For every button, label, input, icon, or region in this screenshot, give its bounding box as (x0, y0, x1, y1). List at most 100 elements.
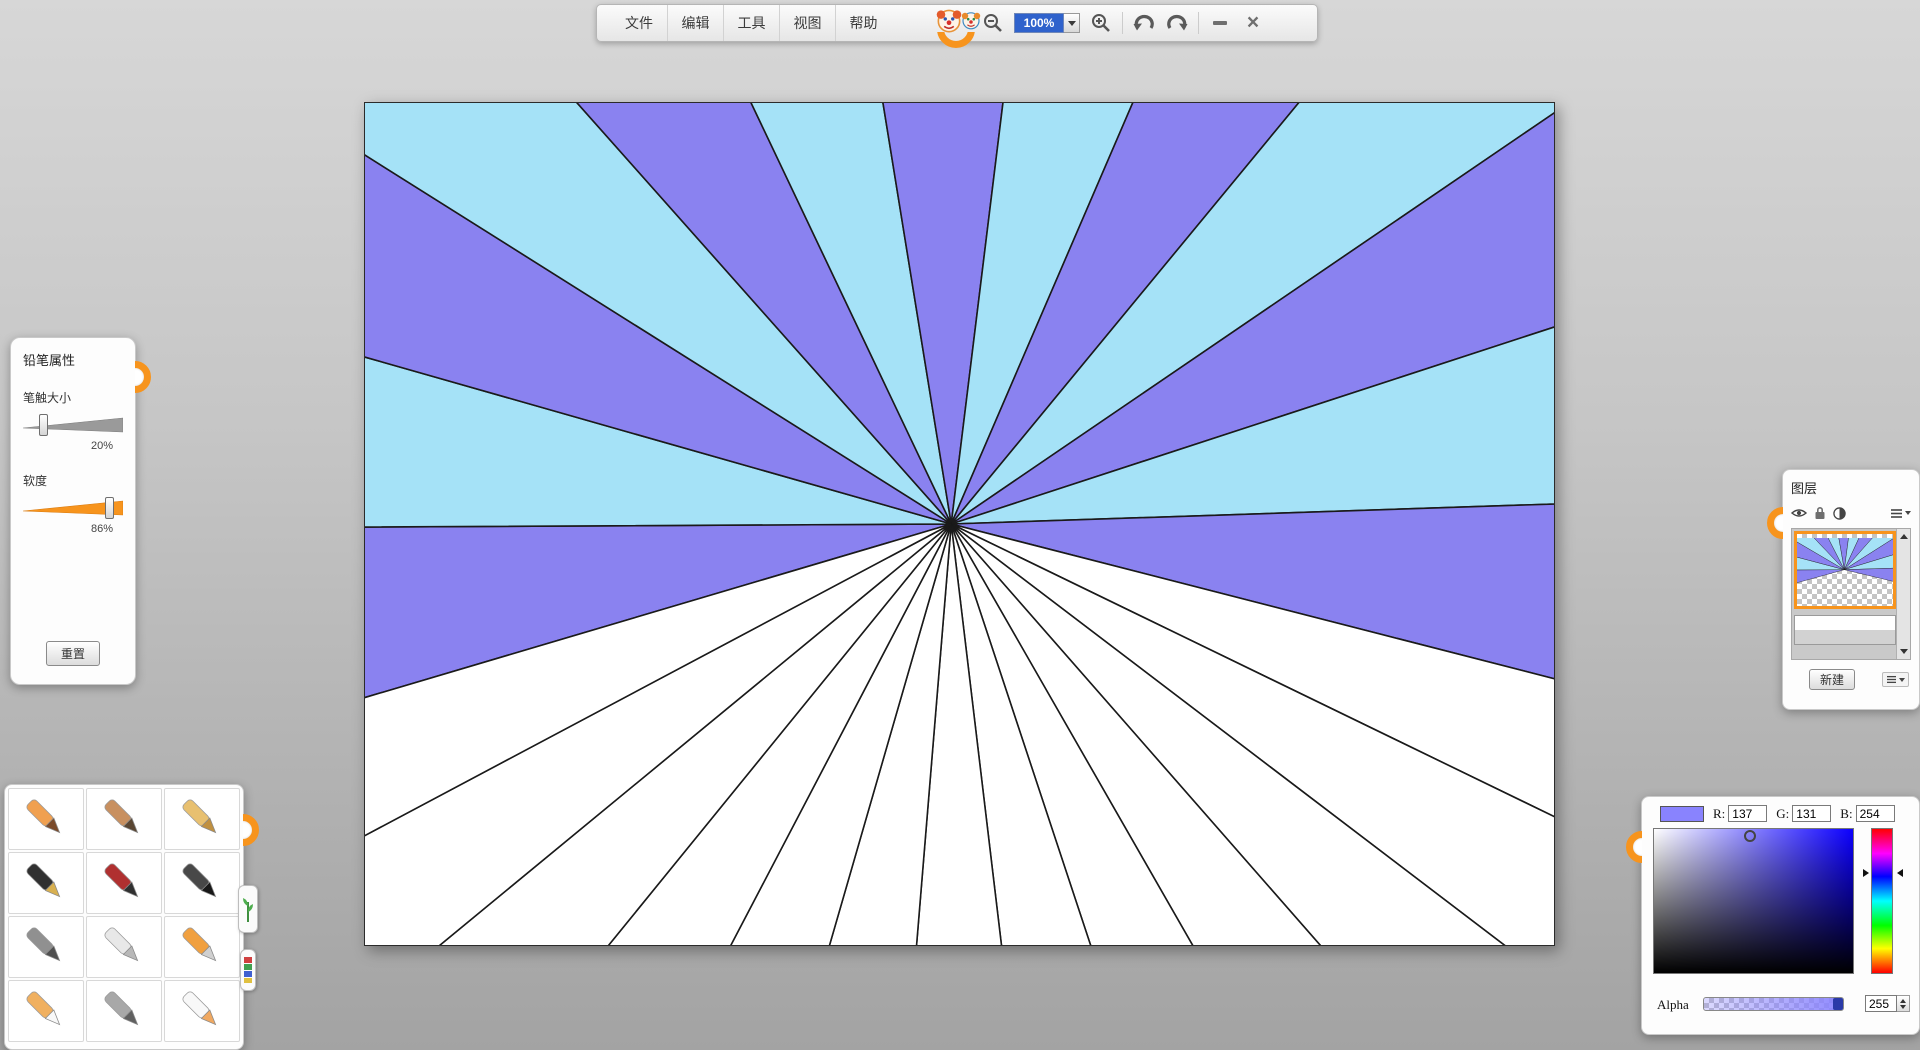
r-input[interactable] (1728, 805, 1767, 822)
paint-brush-icon (95, 859, 153, 907)
zoom-level-combo[interactable]: 100% (1014, 13, 1080, 33)
main-toolbar: 文件编辑工具视图帮助 100% (596, 4, 1318, 42)
layer-thumbnail-art (1797, 538, 1893, 601)
paint-tube-icon (17, 987, 75, 1035)
handle-ring-icon (937, 32, 975, 48)
pencil-panel-collapse-tab[interactable] (135, 358, 152, 398)
g-label: G: (1776, 806, 1789, 822)
tab-ring-icon (1767, 507, 1783, 539)
menu-item-4[interactable]: 帮助 (835, 5, 891, 41)
softness-value: 86% (23, 523, 113, 535)
menu-bar: 文件编辑工具视图帮助 (611, 5, 891, 41)
tool-pencil[interactable] (8, 788, 84, 850)
plant-icon (241, 894, 255, 924)
reset-button[interactable]: 重置 (46, 641, 100, 666)
hue-marker-left-icon (1863, 869, 1869, 877)
softness-slider[interactable] (23, 497, 123, 519)
color-picker-panel: R: G: B: Alpha (1641, 796, 1920, 1035)
new-layer-button[interactable]: 新建 (1809, 669, 1855, 690)
mascot[interactable] (915, 2, 1001, 60)
r-label: R: (1713, 806, 1725, 822)
tool-eraser[interactable] (164, 980, 240, 1042)
fountain-pen-icon (17, 859, 75, 907)
brush-size-label: 笔触大小 (23, 389, 123, 406)
b-label: B: (1840, 806, 1852, 822)
redo-button[interactable] (1165, 10, 1189, 36)
brush-size-handle[interactable] (39, 414, 48, 436)
tool-crayon[interactable] (164, 788, 240, 850)
tab-ring-icon (135, 361, 151, 393)
layer-item-background[interactable] (1794, 615, 1896, 645)
tool-airbrush[interactable] (8, 916, 84, 978)
mini-palette-tab[interactable] (240, 949, 256, 991)
zoom-level-value[interactable]: 100% (1014, 13, 1064, 33)
zoom-in-icon (1090, 12, 1112, 34)
menu-item-2[interactable]: 工具 (723, 5, 779, 41)
airbrush-icon (17, 923, 75, 971)
plant-brush-tab[interactable] (238, 885, 258, 933)
brush-size-value: 20% (23, 440, 113, 452)
layer-item-fill (1795, 630, 1895, 644)
layers-panel-collapse-tab[interactable] (1766, 504, 1783, 544)
layer-list (1791, 528, 1911, 660)
hue-slider[interactable] (1871, 828, 1893, 974)
layer-thumbnail (1797, 538, 1893, 601)
color-panel-collapse-tab[interactable] (1625, 828, 1642, 868)
zoom-in-button[interactable] (1089, 10, 1113, 36)
spinner-down-icon (1900, 1005, 1906, 1009)
tool-ink-brush[interactable] (164, 852, 240, 914)
tool-drawing-nib[interactable] (86, 980, 162, 1042)
menu-item-1[interactable]: 编辑 (667, 5, 723, 41)
alpha-fill (1704, 998, 1843, 1010)
layers-scrollbar[interactable] (1896, 529, 1910, 659)
layer-blend-button[interactable] (1833, 507, 1846, 520)
tool-paint-tube[interactable] (8, 980, 84, 1042)
minimize-icon (1213, 21, 1227, 25)
softness-handle[interactable] (105, 497, 114, 519)
sv-cursor[interactable] (1744, 830, 1756, 842)
chevron-down-icon (1068, 21, 1076, 26)
undo-button[interactable] (1132, 10, 1156, 36)
zoom-dropdown-button[interactable] (1064, 13, 1080, 33)
canvas-artwork (365, 103, 1554, 945)
b-input[interactable] (1856, 805, 1895, 822)
paint-roller-icon (173, 923, 231, 971)
scroll-down-icon[interactable] (1900, 649, 1908, 654)
toolbar-handle[interactable] (935, 32, 979, 54)
minimize-button[interactable] (1208, 10, 1232, 36)
layer-item-current[interactable] (1794, 531, 1896, 609)
crayon-icon (173, 795, 231, 843)
alpha-handle[interactable] (1833, 998, 1843, 1010)
tab-ring-icon (1626, 831, 1642, 863)
alpha-input[interactable] (1865, 995, 1897, 1012)
tool-fountain-pen[interactable] (8, 852, 84, 914)
tool-paint-brush[interactable] (86, 852, 162, 914)
contrast-icon (1833, 507, 1846, 520)
pencil-panel-title: 铅笔属性 (23, 350, 123, 369)
tool-palette-collapse-tab[interactable] (243, 811, 260, 851)
g-input[interactable] (1792, 805, 1831, 822)
scroll-up-icon[interactable] (1900, 534, 1908, 539)
layer-lock-button[interactable] (1814, 506, 1826, 520)
mascot-clown-icon-small (959, 8, 983, 32)
tool-sketch-pencil[interactable] (86, 788, 162, 850)
saturation-value-picker[interactable] (1653, 828, 1854, 974)
tool-palette-knife[interactable] (86, 916, 162, 978)
layer-options-button[interactable] (1890, 508, 1911, 519)
hue-slider-markers (1863, 869, 1903, 877)
close-button[interactable]: × (1241, 10, 1265, 36)
layer-visibility-button[interactable] (1791, 507, 1807, 519)
alpha-spinner[interactable] (1897, 995, 1910, 1012)
alpha-slider[interactable] (1703, 997, 1844, 1011)
layers-toolbar (1791, 506, 1911, 520)
menu-item-0[interactable]: 文件 (611, 5, 667, 41)
layers-panel-title: 图层 (1791, 478, 1911, 497)
close-icon: × (1247, 13, 1259, 33)
menu-item-3[interactable]: 视图 (779, 5, 835, 41)
layer-menu-button[interactable] (1882, 672, 1909, 687)
drawing-canvas[interactable] (364, 102, 1555, 946)
current-color-swatch[interactable] (1660, 806, 1704, 822)
pencil-icon (17, 795, 75, 843)
tool-paint-roller[interactable] (164, 916, 240, 978)
brush-size-slider[interactable] (23, 414, 123, 436)
